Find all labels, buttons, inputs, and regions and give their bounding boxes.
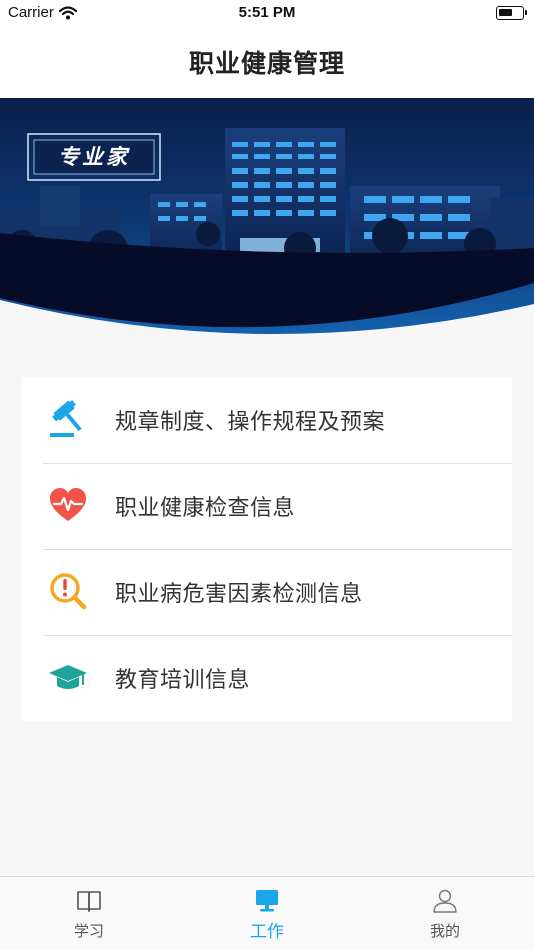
tab-label-work: 工作: [250, 922, 284, 942]
tab-mine[interactable]: 我的: [356, 877, 534, 950]
navigation-bar: 职业健康管理: [0, 26, 534, 98]
banner-illustration: [0, 98, 534, 344]
menu-item-training[interactable]: 教育培训信息: [22, 635, 512, 721]
page-title: 职业健康管理: [188, 49, 345, 78]
menu-label-regulations: 规章制度、操作规程及预案: [115, 410, 386, 435]
battery-icon: [496, 6, 527, 20]
menu-item-health-check[interactable]: 职业健康检查信息: [22, 463, 512, 549]
menu-label-hazard-detection: 职业病危害因素检测信息: [115, 582, 363, 607]
alert-search-icon: [50, 573, 87, 610]
monitor-icon: [256, 890, 278, 912]
tab-label-mine: 我的: [429, 922, 460, 940]
menu-item-regulations[interactable]: 规章制度、操作规程及预案: [22, 377, 512, 463]
book-icon: [77, 891, 101, 912]
status-time: 5:51 PM: [238, 4, 296, 21]
gavel-icon: [50, 400, 82, 437]
work-menu: 规章制度、操作规程及预案 职业健康检查信息 职业病危害因素检测信息 教育培训信息: [22, 377, 512, 721]
menu-label-health-check: 职业健康检查信息: [115, 496, 296, 521]
banner-logo: 专业家: [58, 145, 130, 169]
status-bar: Carrier 5:51 PM: [0, 0, 534, 26]
tab-study[interactable]: 学习: [0, 877, 178, 950]
user-icon: [433, 889, 457, 913]
heart-pulse-icon: [50, 488, 86, 521]
tab-work[interactable]: 工作: [178, 877, 356, 950]
tab-bar: 学习 工作 我的: [0, 876, 534, 950]
menu-item-hazard-detection[interactable]: 职业病危害因素检测信息: [22, 549, 512, 635]
banner-image[interactable]: 专业家: [0, 98, 534, 344]
tab-label-study: 学习: [73, 922, 104, 940]
menu-label-training: 教育培训信息: [115, 668, 251, 693]
graduation-cap-icon: [49, 665, 87, 689]
